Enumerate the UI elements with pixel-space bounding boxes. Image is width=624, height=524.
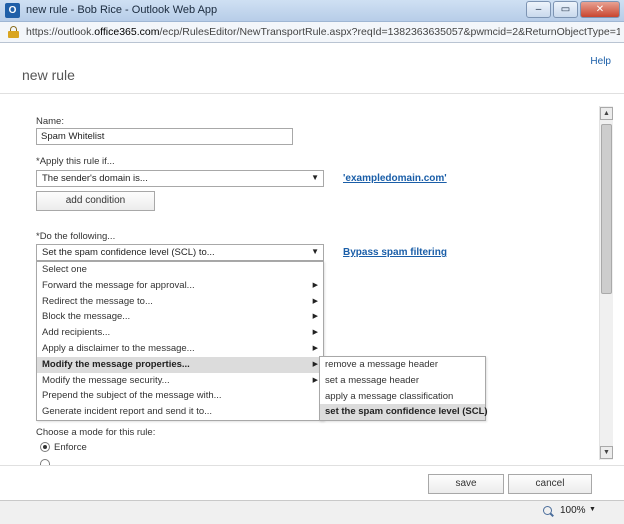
- submenu-item[interactable]: set a message header: [320, 373, 485, 389]
- enforce-radio[interactable]: [40, 442, 50, 452]
- window-titlebar: O new rule - Bob Rice - Outlook Web App …: [0, 0, 624, 22]
- action-menu-item-label: Add recipients...: [42, 327, 111, 339]
- action-menu-item-label: Modify the message security...: [42, 374, 170, 386]
- page-title: new rule: [22, 67, 75, 83]
- condition-domain-link[interactable]: 'exampledomain.com': [343, 173, 447, 184]
- footer-divider: [0, 465, 624, 466]
- apply-rule-label: *Apply this rule if...: [36, 156, 115, 167]
- mode-label: Choose a mode for this rule:: [36, 427, 156, 438]
- outlook-app-icon: O: [5, 3, 20, 18]
- do-following-label: *Do the following...: [36, 231, 116, 242]
- action-menu-item-label: Redirect the message to...: [42, 295, 153, 307]
- submenu-item[interactable]: set the spam confidence level (SCL): [320, 404, 488, 421]
- chevron-right-icon: ▶: [312, 329, 318, 337]
- window-controls: – ▭ ✕: [526, 1, 620, 18]
- help-link[interactable]: Help: [590, 56, 611, 67]
- status-bar: 100% ▼: [0, 500, 624, 524]
- chevron-right-icon: ▶: [312, 313, 318, 321]
- zoom-level[interactable]: 100%: [560, 505, 586, 516]
- minimize-button[interactable]: –: [526, 1, 551, 18]
- header-divider: [0, 93, 624, 94]
- scroll-thumb[interactable]: [601, 124, 612, 294]
- action-menu-item[interactable]: Apply a disclaimer to the message... ▶: [37, 341, 323, 357]
- scroll-up-icon[interactable]: ▲: [600, 107, 613, 120]
- lock-icon: [8, 26, 19, 38]
- action-menu-item-label: Select one: [42, 264, 87, 275]
- action-value: Set the spam confidence level (SCL) to..…: [42, 247, 215, 258]
- save-button[interactable]: save: [428, 474, 504, 494]
- condition-dropdown[interactable]: The sender's domain is... ▼: [36, 170, 324, 187]
- submenu-item[interactable]: apply a message classification: [320, 389, 485, 405]
- name-label: Name:: [36, 116, 64, 127]
- action-menu-item[interactable]: Block the message... ▶: [37, 309, 323, 325]
- maximize-button[interactable]: ▭: [553, 1, 578, 18]
- name-input[interactable]: [36, 128, 293, 145]
- message-properties-submenu: remove a message header set a message hea…: [319, 356, 488, 422]
- action-menu-item[interactable]: Redirect the message to... ▶: [37, 294, 323, 310]
- enforce-label: Enforce: [54, 442, 87, 453]
- action-menu-item[interactable]: Forward the message for approval... ▶: [37, 278, 323, 294]
- action-menu-item-label: Block the message...: [42, 311, 131, 323]
- submenu-item[interactable]: remove a message header: [320, 357, 485, 373]
- scroll-down-icon[interactable]: ▼: [600, 446, 613, 459]
- url-text[interactable]: https://outlook.office365.com/ecp/RulesE…: [26, 26, 620, 38]
- chevron-right-icon: ▶: [312, 360, 318, 368]
- action-menu-item-label: Modify the message properties...: [42, 358, 190, 370]
- chevron-right-icon: ▶: [312, 281, 318, 289]
- radio-selected-dot: [43, 445, 47, 449]
- submenu-item-label: remove a message header: [325, 359, 439, 370]
- chevron-down-icon: ▼: [311, 247, 319, 256]
- chevron-right-icon: ▶: [312, 376, 318, 384]
- action-menu-item[interactable]: Select one: [37, 262, 323, 278]
- submenu-item-label: set the spam confidence level (SCL): [325, 406, 488, 418]
- address-bar[interactable]: https://outlook.office365.com/ecp/RulesE…: [0, 22, 624, 43]
- action-menu-item[interactable]: Add recipients... ▶: [37, 325, 323, 341]
- submenu-item-label: set a message header: [325, 374, 420, 386]
- action-menu-item-label: Generate incident report and send it to.…: [42, 406, 213, 418]
- add-condition-button[interactable]: add condition: [36, 191, 155, 211]
- action-dropdown[interactable]: Set the spam confidence level (SCL) to..…: [36, 244, 324, 261]
- action-menu: Select one Forward the message for approv…: [36, 261, 324, 421]
- condition-value: The sender's domain is...: [42, 173, 148, 184]
- action-menu-item[interactable]: Modify the message security... ▶: [37, 373, 323, 389]
- chevron-right-icon: ▶: [312, 297, 318, 305]
- action-menu-item-label: Forward the message for approval...: [42, 279, 195, 291]
- bypass-spam-filtering-link[interactable]: Bypass spam filtering: [343, 247, 447, 258]
- chevron-down-icon: ▼: [311, 173, 319, 182]
- window-title: new rule - Bob Rice - Outlook Web App: [26, 4, 218, 16]
- submenu-item-label: apply a message classification: [325, 390, 454, 402]
- action-menu-item-label: Prepend the subject of the message with.…: [42, 390, 222, 402]
- action-menu-item[interactable]: Generate incident report and send it to.…: [37, 404, 323, 420]
- action-menu-item-label: Apply a disclaimer to the message...: [42, 342, 195, 354]
- close-button[interactable]: ✕: [580, 1, 620, 18]
- action-menu-item[interactable]: Prepend the subject of the message with.…: [37, 388, 323, 404]
- action-menu-item[interactable]: Modify the message properties... ▶: [37, 356, 323, 373]
- zoom-icon[interactable]: [543, 506, 552, 515]
- chevron-down-icon[interactable]: ▼: [589, 506, 596, 513]
- cancel-button[interactable]: cancel: [508, 474, 592, 494]
- vertical-scrollbar[interactable]: ▲ ▼: [599, 106, 613, 460]
- chevron-right-icon: ▶: [312, 344, 318, 352]
